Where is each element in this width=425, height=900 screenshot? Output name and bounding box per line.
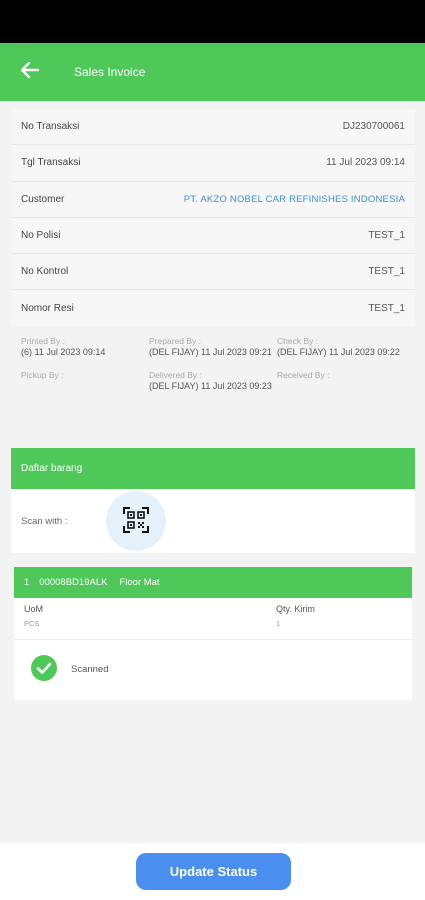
meta-received-by: Received By : <box>277 370 405 392</box>
invoice-details: No Transaksi DJ230700061 Tgl Transaksi 1… <box>11 109 415 327</box>
meta-value: (DEL FIJAY) 11 Jul 2023 09:22 <box>277 347 400 357</box>
meta-label: Delivered By : <box>149 370 202 380</box>
meta-label: Pickup By : <box>21 370 64 380</box>
meta-pickup-by: Pickup By : <box>21 370 149 392</box>
item-header: 1 00008BD19ALK Floor Mat <box>14 567 412 598</box>
item-name: Floor Mat <box>119 577 160 588</box>
scan-label: Scan with : <box>21 515 68 527</box>
goods-section-header: Daftar barang <box>11 448 415 489</box>
page-title: Sales Invoice <box>74 65 146 79</box>
section-title: Daftar barang <box>21 463 83 474</box>
detail-label: Tgl Transaksi <box>21 157 81 169</box>
check-circle-icon <box>31 654 57 684</box>
meta-value: (6) 11 Jul 2023 09:14 <box>21 347 106 357</box>
detail-value: TEST_1 <box>368 230 405 242</box>
meta-value: (DEL FIJAY) 11 Jul 2023 09:21 <box>149 347 272 357</box>
qty-label: Qty. Kirim <box>276 604 315 614</box>
detail-value: DJ230700061 <box>342 121 405 133</box>
meta-label: Check By : <box>277 336 319 346</box>
detail-label: Nomor Resi <box>21 303 74 315</box>
meta-delivered-by: Delivered By : (DEL FIJAY) 11 Jul 2023 0… <box>149 370 277 392</box>
uom-value: PCS <box>24 619 40 628</box>
customer-link[interactable]: PT. AKZO NOBEL CAR REFINISHES INDONESIA <box>184 194 405 205</box>
meta-check-by: Check By : (DEL FIJAY) 11 Jul 2023 09:22 <box>277 336 405 358</box>
item-code: 00008BD19ALK <box>39 577 108 588</box>
uom-label: UoM <box>24 604 44 614</box>
qty-value: 1 <box>276 619 281 628</box>
detail-value: 11 Jul 2023 09:14 <box>326 157 405 169</box>
detail-row-nomor-resi: Nomor Resi TEST_1 <box>11 290 415 326</box>
detail-label: Customer <box>21 193 65 205</box>
qr-scan-icon <box>123 506 149 536</box>
scan-row: Scan with : <box>11 489 415 553</box>
detail-row-tgl-transaksi: Tgl Transaksi 11 Jul 2023 09:14 <box>11 145 415 182</box>
meta-value: (DEL FIJAY) 11 Jul 2023 09:23 <box>149 381 272 391</box>
detail-row-no-polisi: No Polisi TEST_1 <box>11 218 415 255</box>
qr-scan-button[interactable] <box>106 491 166 551</box>
detail-value: TEST_1 <box>368 303 405 315</box>
goods-item-card[interactable]: 1 00008BD19ALK Floor Mat UoM PCS Qty. Ki… <box>14 567 412 700</box>
meta-label: Printed By : <box>21 336 65 346</box>
detail-label: No Transaksi <box>21 121 80 133</box>
meta-label: Received By : <box>277 370 330 380</box>
detail-label: No Polisi <box>21 230 61 242</box>
meta-printed-by: Printed By : (6) 11 Jul 2023 09:14 <box>21 336 149 358</box>
bottom-bar: Update Status <box>0 843 425 900</box>
qty-column: Qty. Kirim 1 <box>276 604 402 639</box>
meta-prepared-by: Prepared By : (DEL FIJAY) 11 Jul 2023 09… <box>149 336 277 358</box>
detail-row-no-kontrol: No Kontrol TEST_1 <box>11 254 415 291</box>
detail-row-customer: Customer PT. AKZO NOBEL CAR REFINISHES I… <box>11 182 415 218</box>
uom-column: UoM PCS <box>24 604 276 639</box>
detail-label: No Kontrol <box>21 266 69 278</box>
detail-row-no-transaksi: No Transaksi DJ230700061 <box>11 109 415 146</box>
scan-status-label: Scanned <box>71 663 109 675</box>
status-history: Printed By : (6) 11 Jul 2023 09:14 Prepa… <box>11 336 415 392</box>
detail-value: TEST_1 <box>368 266 405 278</box>
status-bar <box>0 0 425 43</box>
app-bar: Sales Invoice <box>0 43 425 101</box>
scan-status: Scanned <box>14 640 412 698</box>
item-number: 1 <box>24 577 30 588</box>
item-details: UoM PCS Qty. Kirim 1 <box>14 598 412 640</box>
update-status-button[interactable]: Update Status <box>136 853 291 890</box>
meta-label: Prepared By : <box>149 336 201 346</box>
arrow-left-icon <box>20 61 40 83</box>
back-button[interactable] <box>0 43 60 101</box>
